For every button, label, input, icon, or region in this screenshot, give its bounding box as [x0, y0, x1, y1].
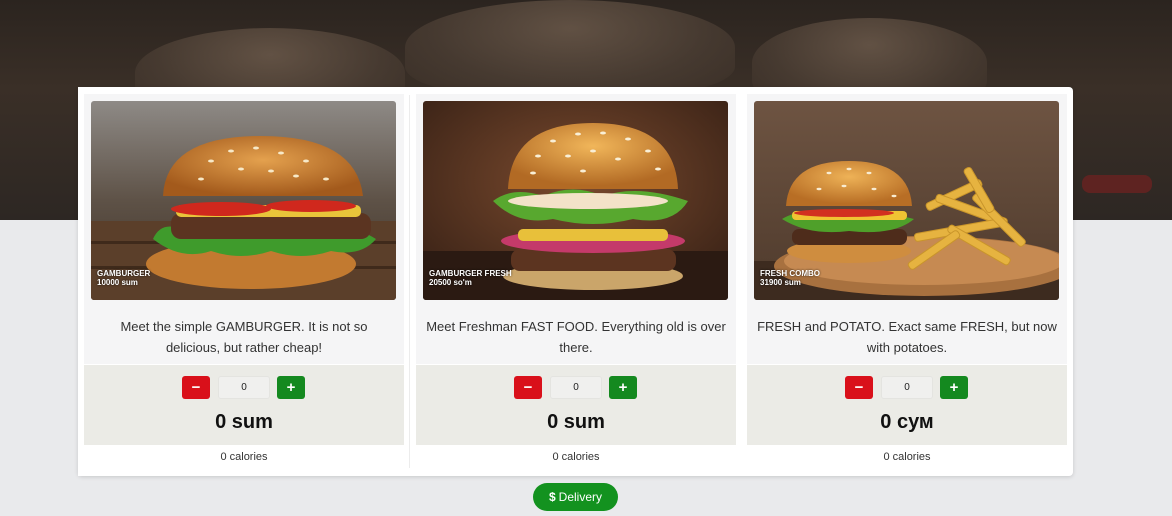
calories-label: 0 calories: [220, 451, 268, 463]
product-card: FRESH COMBO 31900 sum FRESH and POTATO. …: [741, 87, 1067, 476]
calories-label: 0 calories: [883, 451, 931, 463]
calories-label: 0 calories: [552, 451, 600, 463]
product-name: GAMBURGER: [97, 269, 151, 278]
card-info: GAMBURGER 10000 sum Meet the simple GAMB…: [84, 94, 404, 364]
card-info: GAMBURGER FRESH 20500 so'm Meet Freshman…: [416, 94, 736, 364]
product-card: GAMBURGER FRESH 20500 so'm Meet Freshman…: [410, 87, 736, 476]
burger-fries-photo: FRESH COMBO 31900 sum: [754, 101, 1059, 300]
product-name: FRESH COMBO: [760, 269, 820, 278]
quantity-control: − 0 + 0 sum: [416, 365, 736, 445]
photo-caption: GAMBURGER FRESH 20500 so'm: [429, 269, 512, 287]
decrease-button[interactable]: −: [182, 376, 210, 399]
product-price: 10000 sum: [97, 278, 138, 287]
total-price: 0 sum: [215, 411, 273, 433]
card-info: FRESH COMBO 31900 sum FRESH and POTATO. …: [747, 94, 1067, 364]
delivery-button[interactable]: $ Delivery: [533, 483, 618, 511]
product-description: Meet the simple GAMBURGER. It is not so …: [120, 319, 368, 355]
decrease-button[interactable]: −: [845, 376, 873, 399]
product-name: GAMBURGER FRESH: [429, 269, 512, 278]
product-price: 31900 sum: [760, 278, 801, 287]
dollar-icon: $: [548, 490, 556, 504]
total-price: 0 сум: [880, 411, 934, 433]
decrease-button[interactable]: −: [514, 376, 542, 399]
increase-button[interactable]: +: [609, 376, 637, 399]
burger-photo: GAMBURGER 10000 sum: [91, 101, 396, 300]
quantity-control: − 0 + 0 sum: [84, 365, 404, 445]
quantity-field[interactable]: 0: [218, 376, 270, 399]
total-price: 0 sum: [547, 411, 605, 433]
product-description: Meet Freshman FAST FOOD. Everything old …: [426, 319, 726, 355]
hero-burger-blur: [405, 0, 735, 95]
product-panel: GAMBURGER 10000 sum Meet the simple GAMB…: [78, 87, 1073, 476]
photo-caption: GAMBURGER 10000 sum: [97, 269, 150, 287]
quantity-field[interactable]: 0: [881, 376, 933, 399]
increase-button[interactable]: +: [940, 376, 968, 399]
product-description: FRESH and POTATO. Exact same FRESH, but …: [757, 319, 1057, 355]
product-card: GAMBURGER 10000 sum Meet the simple GAMB…: [78, 87, 404, 476]
quantity-control: − 0 + 0 сум: [747, 365, 1067, 445]
photo-caption: FRESH COMBO 31900 sum: [760, 269, 820, 287]
increase-button[interactable]: +: [277, 376, 305, 399]
burger-fresh-photo: GAMBURGER FRESH 20500 so'm: [423, 101, 728, 300]
product-price: 20500 so'm: [429, 278, 472, 287]
hero-decoration: [1082, 175, 1152, 193]
quantity-field[interactable]: 0: [550, 376, 602, 399]
delivery-label: Delivery: [558, 490, 603, 504]
